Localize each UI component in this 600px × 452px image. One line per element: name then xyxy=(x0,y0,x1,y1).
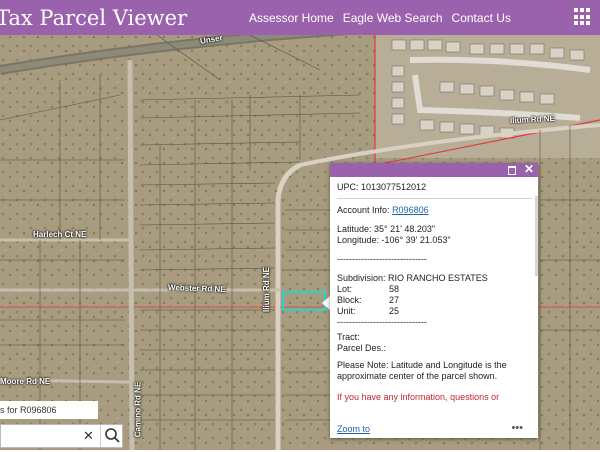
search-results-text[interactable]: s for R096806 xyxy=(0,401,98,419)
unit-value: 25 xyxy=(389,306,400,316)
road-label: Harlech Ct NE xyxy=(33,230,87,239)
road-label: Moore Rd NE xyxy=(0,377,51,386)
unit-label: Unit: xyxy=(337,306,356,316)
popup-titlebar: ✕ xyxy=(330,162,538,177)
popup-scrollbar[interactable] xyxy=(535,196,538,276)
zoom-to-link[interactable]: Zoom to xyxy=(337,424,370,434)
search-icon xyxy=(105,428,120,443)
block-row: Block: 27 xyxy=(337,295,531,306)
block-value: 27 xyxy=(389,295,400,305)
subdivision-text: Subdivision: RIO RANCHO ESTATES xyxy=(337,273,488,283)
road-label: Ilium Rd NE xyxy=(261,267,271,312)
lot-value: 58 xyxy=(389,284,400,294)
popup-footer: Zoom to ••• xyxy=(330,422,538,438)
search-button[interactable] xyxy=(100,425,124,447)
tract-text: Tract: xyxy=(337,332,360,342)
block-label: Block: xyxy=(337,295,362,305)
info-request-text: If you have any information, questions o… xyxy=(337,392,500,402)
nav-eagle-web-search[interactable]: Eagle Web Search xyxy=(343,11,443,25)
search-box: ✕ xyxy=(0,424,123,448)
latitude-text: Latitude: 35° 21' 48.203" xyxy=(337,224,436,234)
divider-text: ------------------------------ xyxy=(337,254,427,264)
more-options-icon[interactable]: ••• xyxy=(511,422,523,434)
clear-search-icon[interactable]: ✕ xyxy=(83,428,94,444)
lot-label: Lot: xyxy=(337,284,353,294)
popup-content: UPC: 1013077512012 Account Info: R096806… xyxy=(330,177,538,427)
upc-text: UPC: 1013077512012 xyxy=(337,182,532,199)
account-link[interactable]: R096806 xyxy=(392,205,429,215)
header-nav: Assessor Home Eagle Web Search Contact U… xyxy=(249,0,520,35)
nav-assessor-home[interactable]: Assessor Home xyxy=(249,11,334,25)
popup-pointer xyxy=(322,296,330,310)
road-label: Camino Rd NE xyxy=(133,381,143,438)
account-info: Account Info: R096806 xyxy=(337,205,531,216)
app-header: Tax Parcel Viewer Assessor Home Eagle We… xyxy=(0,0,600,35)
lot-row: Lot: 58 xyxy=(337,284,531,295)
account-label: Account Info: xyxy=(337,205,390,215)
close-icon[interactable]: ✕ xyxy=(524,162,534,176)
parcel-popup: ✕ UPC: 1013077512012 Account Info: R0968… xyxy=(330,162,538,438)
maximize-icon[interactable] xyxy=(508,166,516,175)
note-text: Please Note: Latitude and Longitude is t… xyxy=(337,360,507,381)
longitude-text: Longitude: -106° 39' 21.053" xyxy=(337,235,451,245)
divider-text: ------------------------------ xyxy=(337,317,427,327)
grid-icon[interactable] xyxy=(574,8,592,26)
parcel-des-text: Parcel Des.: xyxy=(337,343,387,353)
app-title: Tax Parcel Viewer xyxy=(0,5,188,30)
nav-contact-us[interactable]: Contact Us xyxy=(452,11,511,25)
unit-row: Unit: 25 xyxy=(337,306,531,317)
